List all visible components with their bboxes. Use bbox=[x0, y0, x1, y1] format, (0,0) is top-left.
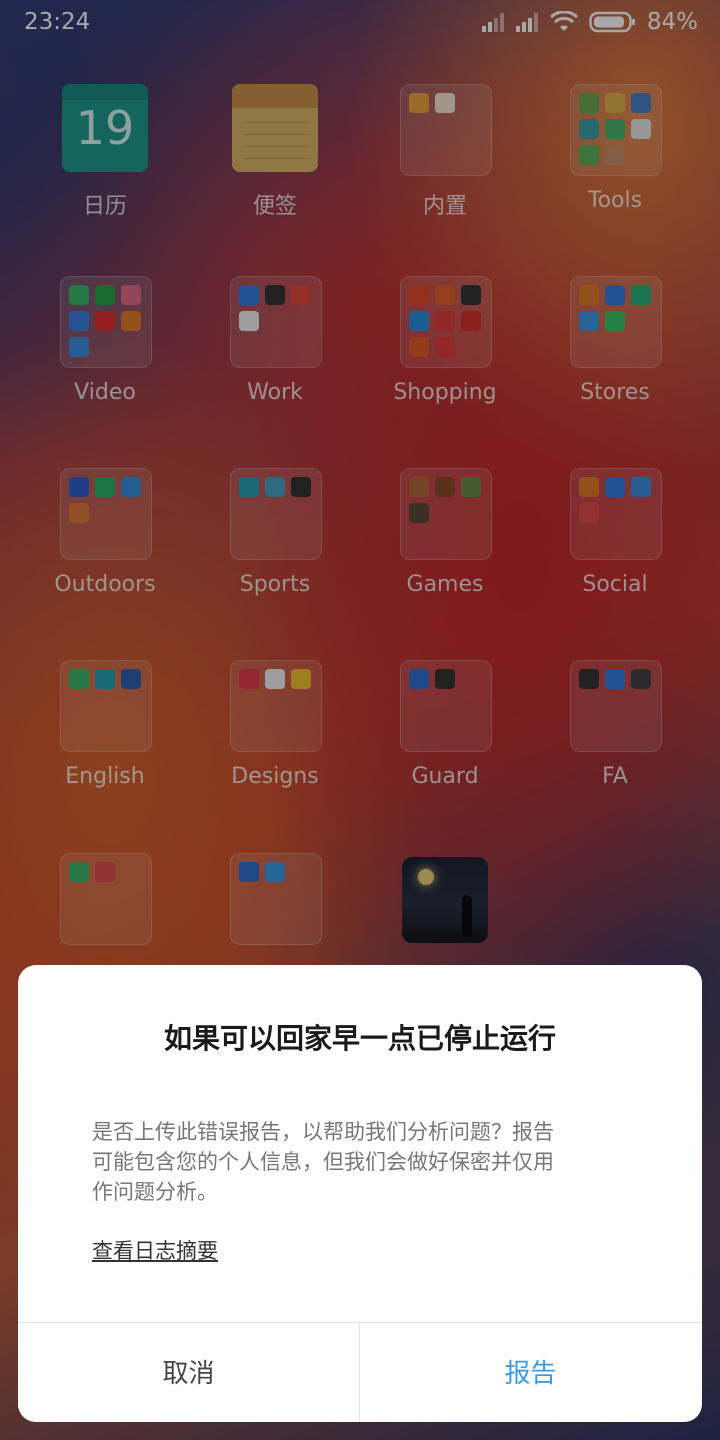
crash-dialog: 如果可以回家早一点已停止运行 是否上传此错误报告，以帮助我们分析问题？报告可能包… bbox=[18, 965, 702, 1422]
view-log-summary-link[interactable]: 查看日志摘要 bbox=[92, 1235, 218, 1265]
report-button[interactable]: 报告 bbox=[360, 1323, 701, 1422]
dialog-message: 是否上传此错误报告，以帮助我们分析问题？报告可能包含您的个人信息，但我们会做好保… bbox=[92, 1120, 554, 1204]
dialog-title: 如果可以回家早一点已停止运行 bbox=[163, 1022, 556, 1055]
cancel-button[interactable]: 取消 bbox=[18, 1323, 359, 1422]
